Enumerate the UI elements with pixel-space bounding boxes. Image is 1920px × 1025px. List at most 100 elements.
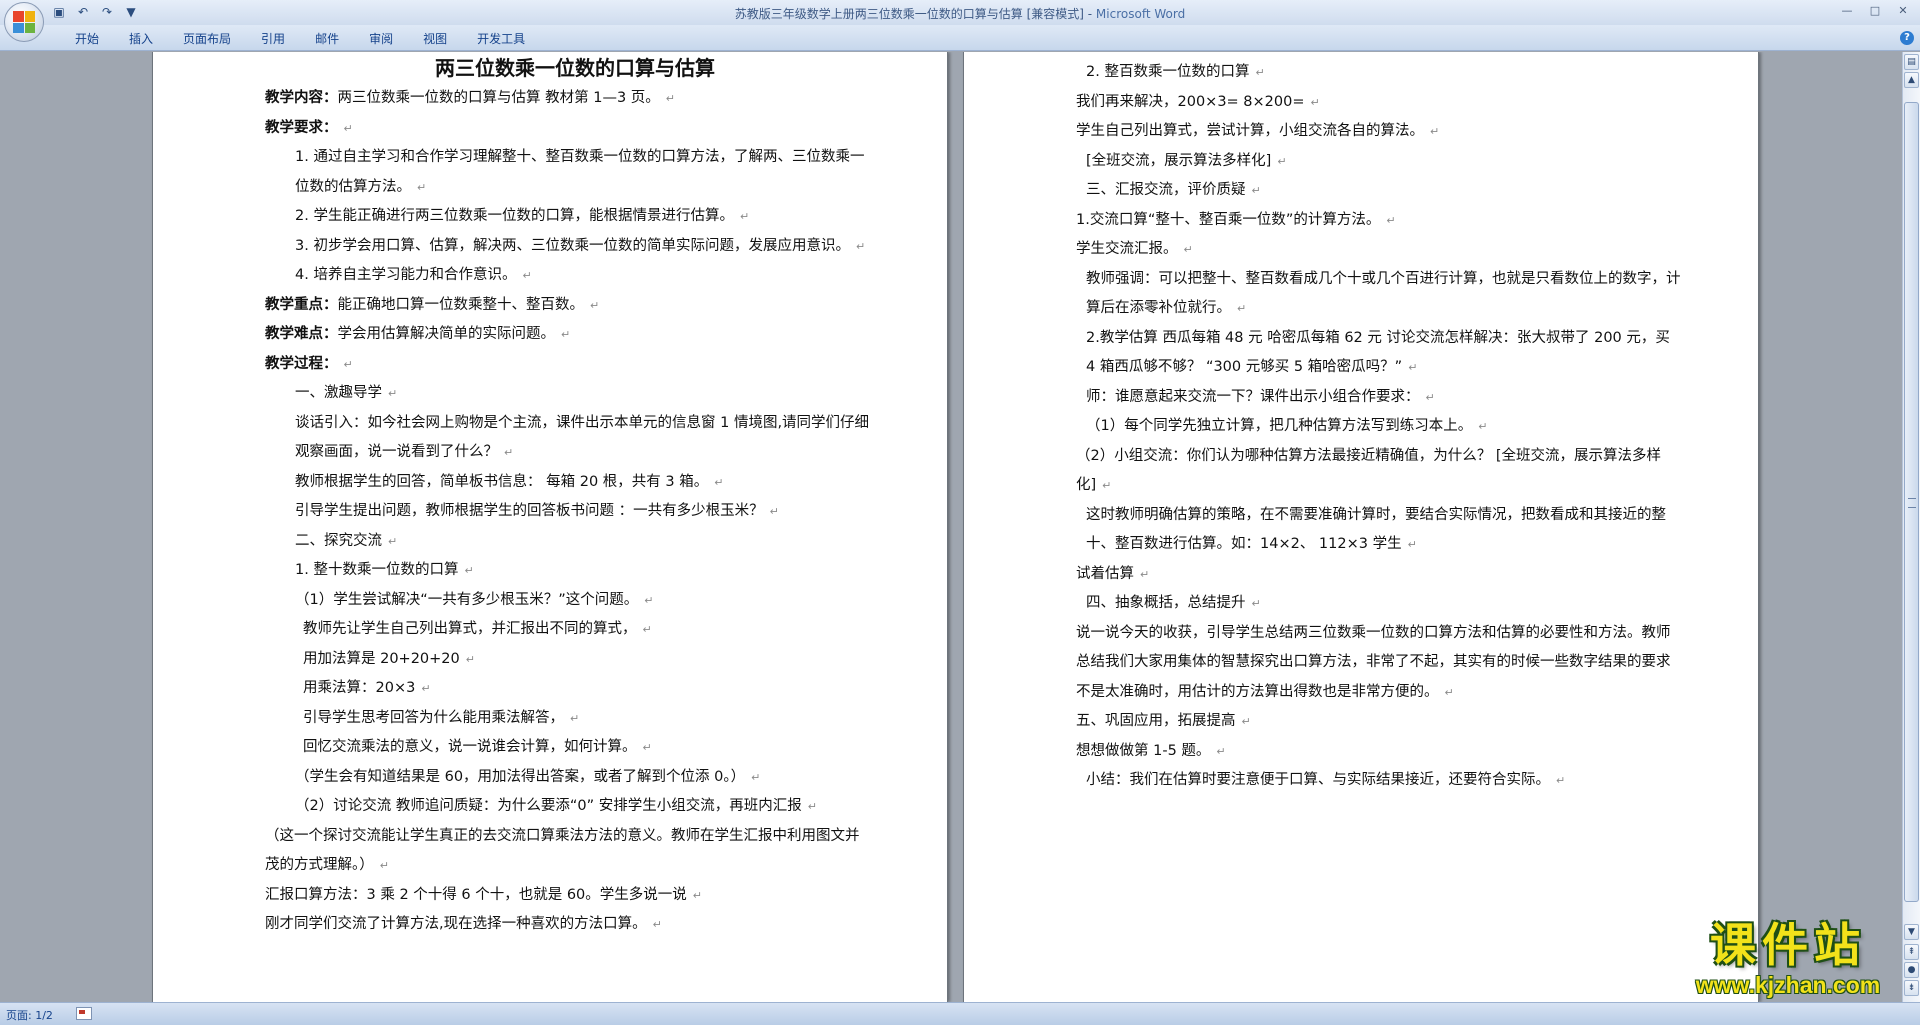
paragraph-mark-icon: ↵ xyxy=(1251,597,1261,610)
previous-page-icon[interactable]: ⇞ xyxy=(1904,944,1919,960)
para-label: 教学难点： xyxy=(265,326,338,342)
para-text: 我们再来解决，200×3= 8×200= xyxy=(1076,93,1305,110)
paragraph-mark-icon: ↵ xyxy=(379,859,389,872)
paragraph: 学生自己列出算式，尝试计算，小组交流各自的算法。 ↵ xyxy=(1076,117,1681,147)
scrollbar-grip-icon xyxy=(1908,498,1916,508)
document-area[interactable]: 两三位数乘一位数的口算与估算 教学内容：两三位数乘一位数的口算与估算 教材第 1… xyxy=(0,52,1902,1002)
scroll-up-icon[interactable]: ▲ xyxy=(1904,72,1919,88)
para-text: 三、汇报交流，评价质疑 xyxy=(1086,182,1246,198)
paragraph-mark-icon: ↵ xyxy=(1556,774,1566,787)
paragraph-mark-icon: ↵ xyxy=(652,918,662,931)
para-text: （2）小组交流：你们认为哪种估算方法最接近精确值，为什么？ [全班交流，展示算法… xyxy=(1076,447,1661,494)
paragraph: 2. 整百数乘一位数的口算 ↵ xyxy=(1076,58,1681,88)
paragraph-mark-icon: ↵ xyxy=(570,711,580,725)
paragraph-mark-icon: ↵ xyxy=(665,92,675,105)
para-text: 说一说今天的收获，引导学生总结两三位数乘一位数的口算方法和估算的必要性和方法。教… xyxy=(1076,624,1671,700)
paragraph: [全班交流，展示算法多样化] ↵ xyxy=(1076,147,1681,177)
paragraph-mark-icon: ↵ xyxy=(1386,213,1396,227)
para-text: 汇报口算方法：3 乘 2 个十得 6 个十，也就是 60。学生多说一说 xyxy=(265,886,687,903)
status-bar: 页面: 1/2 xyxy=(0,1002,1920,1025)
para-text: [全班交流，展示算法多样化] xyxy=(1086,152,1272,169)
paragraph: 1. 通过自主学习和合作学习理解整十、整百数乘一位数的口算方法，了解两、三位数乘… xyxy=(265,143,870,202)
paragraph: 二、探究交流 ↵ xyxy=(265,527,870,557)
para-text: 五、巩固应用，拓展提高 xyxy=(1076,713,1236,729)
para-text: 一、激趣导学 xyxy=(295,385,382,401)
paragraph: 我们再来解决，200×3= 8×200= ↵ xyxy=(1076,88,1681,118)
para-text: 教师根据学生的回答，简单板书信息： 每箱 20 根，共有 3 箱。 xyxy=(295,473,709,490)
para-text: 3. 初步学会用口算、估算，解决两、三位数乘一位数的简单实际问题，发展应用意识。 xyxy=(295,237,850,254)
tab-review[interactable]: 审阅 xyxy=(354,30,408,48)
para-text: 能正确地口算一位数乘整十、整百数。 xyxy=(337,296,585,313)
window-title-doc: 苏教版三年级数学上册两三位数乘一位数的口算与估算 [兼容模式] - xyxy=(734,7,1096,21)
paragraph-mark-icon: ↵ xyxy=(1241,715,1251,728)
paragraph-mark-icon: ↵ xyxy=(1478,420,1488,433)
tab-view[interactable]: 视图 xyxy=(408,30,462,48)
para-text: 1. 整十数乘一位数的口算 xyxy=(295,562,459,578)
paragraph: 小结：我们在估算时要注意便于口算、与实际结果接近，还要符合实际。 ↵ xyxy=(1076,766,1681,796)
scrollbar-thumb[interactable] xyxy=(1904,102,1919,902)
para-text: （这一个探讨交流能让学生真正的去交流口算乘法方法的意义。教师在学生汇报中利用图文… xyxy=(265,827,860,874)
paragraph-mark-icon: ↵ xyxy=(855,239,866,253)
paragraph-mark-icon: ↵ xyxy=(1183,243,1193,256)
office-button[interactable] xyxy=(4,2,44,42)
paragraph: 一、激趣导学 ↵ xyxy=(265,379,870,409)
para-text: 学生自己列出算式，尝试计算，小组交流各自的算法。 xyxy=(1076,123,1424,139)
paragraph-mark-icon: ↵ xyxy=(1102,479,1112,492)
para-text: 教师先让学生自己列出算式，并汇报出不同的算式， xyxy=(303,621,637,637)
select-browse-object-icon[interactable]: ● xyxy=(1904,962,1919,978)
paragraph: （2）小组交流：你们认为哪种估算方法最接近精确值，为什么？ [全班交流，展示算法… xyxy=(1076,442,1681,501)
tab-references[interactable]: 引用 xyxy=(246,30,300,48)
tab-page-layout[interactable]: 页面布局 xyxy=(168,30,246,48)
para-text: 两三位数乘一位数的口算与估算 教材第 1—3 页。 xyxy=(337,90,660,106)
watermark-logo: 课件站 www.kjzhan.com xyxy=(1670,918,1906,1002)
paragraph-mark-icon: ↵ xyxy=(1430,125,1440,138)
paragraph: 1.交流口算“整十、整百乘一位数”的计算方法。 ↵ xyxy=(1076,206,1681,236)
paragraph-mark-icon: ↵ xyxy=(1310,95,1320,109)
next-page-icon[interactable]: ⇟ xyxy=(1904,980,1919,996)
minimize-button[interactable]: — xyxy=(1834,2,1860,20)
paragraph: 2. 学生能正确进行两三位数乘一位数的口算，能根据情景进行估算。 ↵ xyxy=(265,202,870,232)
paragraph-mark-icon: ↵ xyxy=(388,534,398,548)
para-text: 2. 整百数乘一位数的口算 xyxy=(1086,64,1250,80)
page-indicator[interactable]: 页面: 1/2 xyxy=(6,1007,53,1023)
paragraph: 1. 整十数乘一位数的口算 ↵ xyxy=(265,556,870,586)
paragraph-mark-icon: ↵ xyxy=(1408,361,1418,374)
vertical-scrollbar[interactable]: ▤ ▲ ▼ ⇞ ● ⇟ xyxy=(1902,52,1920,1002)
paragraph: （1）学生尝试解决“一共有多少根玉米？”这个问题。 ↵ xyxy=(265,586,870,616)
paragraph-mark-icon: ↵ xyxy=(1251,184,1261,197)
proofing-status-icon[interactable] xyxy=(76,1007,92,1020)
paragraph: 四、抽象概括，总结提升 ↵ xyxy=(1076,589,1681,619)
tab-mailings[interactable]: 邮件 xyxy=(300,30,354,48)
paragraph: 试着估算 ↵ xyxy=(1076,560,1681,590)
help-icon[interactable]: ? xyxy=(1900,31,1914,45)
paragraph-mark-icon: ↵ xyxy=(1425,390,1435,404)
paragraph: （2）讨论交流 教师追问质疑：为什么要添“0” 安排学生小组交流，再班内汇报 ↵ xyxy=(265,792,870,822)
ribbon-tab-bar: 开始 插入 页面布局 引用 邮件 审阅 视图 开发工具 ? xyxy=(0,25,1920,51)
paragraph-mark-icon: ↵ xyxy=(1277,154,1287,168)
para-text: 教师强调：可以把整十、整百数看成几个十或几个百进行计算，也就是只看数位上的数字，… xyxy=(1086,270,1681,317)
paragraph: 学生交流汇报。 ↵ xyxy=(1076,235,1681,265)
para-text: 回忆交流乘法的意义，说一说谁会计算，如何计算。 xyxy=(303,739,637,755)
tab-developer[interactable]: 开发工具 xyxy=(462,30,540,48)
tab-insert[interactable]: 插入 xyxy=(114,30,168,48)
para-text: 2. 学生能正确进行两三位数乘一位数的口算，能根据情景进行估算。 xyxy=(295,208,734,224)
title-bar: ▣ ↶ ↷ ▼ 苏教版三年级数学上册两三位数乘一位数的口算与估算 [兼容模式] … xyxy=(0,0,1920,42)
document-page-2[interactable]: 2. 整百数乘一位数的口算 ↵ 我们再来解决，200×3= 8×200= ↵ 学生自… xyxy=(963,52,1759,1002)
ruler-toggle-icon[interactable]: ▤ xyxy=(1904,54,1919,70)
scroll-down-icon[interactable]: ▼ xyxy=(1904,924,1919,940)
paragraph: 教学难点：学会用估算解决简单的实际问题。 ↵ xyxy=(265,320,870,350)
para-text: 这时教师明确估算的策略，在不需要准确计算时，要结合实际情况，把数看成和其接近的整… xyxy=(1086,506,1666,553)
office-logo-icon xyxy=(13,11,35,33)
close-button[interactable]: ✕ xyxy=(1890,2,1916,20)
watermark-url-text: www.kjzhan.com xyxy=(1695,972,1881,998)
maximize-button[interactable]: □ xyxy=(1862,2,1888,20)
para-text: 二、探究交流 xyxy=(295,532,382,549)
paragraph: 这时教师明确估算的策略，在不需要准确计算时，要结合实际情况，把数看成和其接近的整… xyxy=(1076,501,1681,560)
para-text: 1.交流口算“整十、整百乘一位数”的计算方法。 xyxy=(1076,211,1381,228)
paragraph-mark-icon: ↵ xyxy=(590,298,600,312)
document-page-1[interactable]: 两三位数乘一位数的口算与估算 教学内容：两三位数乘一位数的口算与估算 教材第 1… xyxy=(152,52,948,1002)
paragraph: 三、汇报交流，评价质疑 ↵ xyxy=(1076,176,1681,206)
paragraph-mark-icon: ↵ xyxy=(504,446,514,459)
paragraph-mark-icon: ↵ xyxy=(1255,66,1265,79)
tab-home[interactable]: 开始 xyxy=(60,30,114,48)
